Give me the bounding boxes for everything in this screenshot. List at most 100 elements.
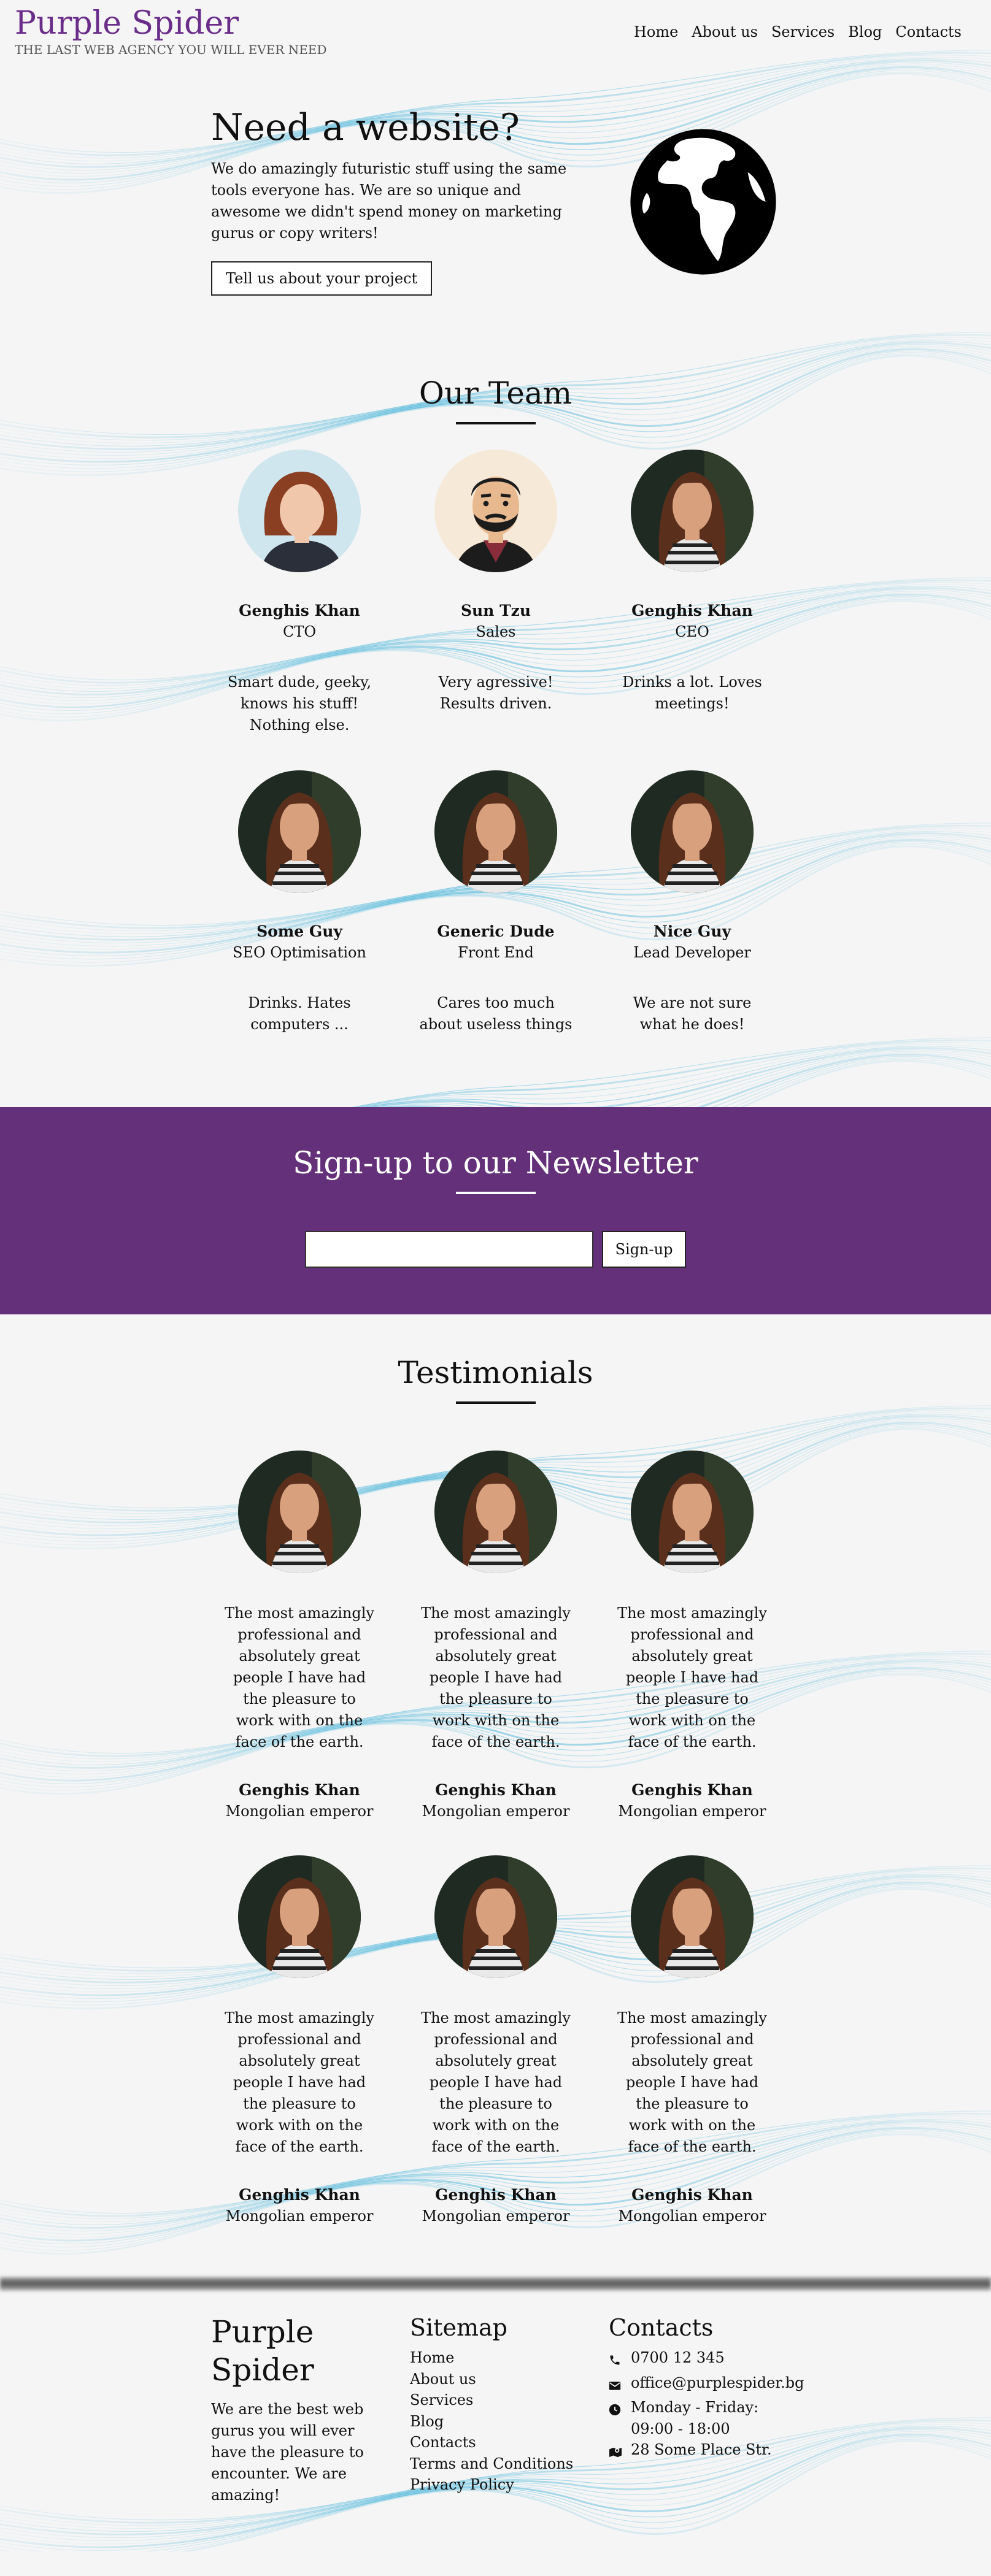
member-description: Drinks. Hates computers ... [248, 994, 351, 1033]
team-card: Genghis Khan CEO Drinks a lot. Loves mee… [594, 450, 790, 736]
contact-phone: 0700 12 345 [609, 2347, 805, 2372]
signup-button[interactable]: Sign-up [601, 1231, 687, 1268]
member-name: Genghis Khan [239, 602, 360, 619]
testimonial-role: Mongolian emperor [225, 1803, 374, 1820]
testimonials-title: Testimonials [398, 1355, 593, 1390]
hero-section: Need a website? We do amazingly futurist… [0, 74, 991, 331]
newsletter-email-input[interactable] [304, 1231, 593, 1268]
avatar [434, 450, 557, 572]
testimonial-role: Mongolian emperor [422, 2207, 570, 2225]
member-description: We are not sure what he does! [633, 994, 752, 1033]
member-role: SEO Optimisation [233, 944, 366, 961]
testimonial-card: The most amazingly professional and abso… [398, 1451, 594, 1822]
team-section: Our Team Genghis Khan CTO Smart dude, ge… [0, 331, 991, 1107]
team-card: Sun Tzu Sales Very agressive! Results dr… [398, 450, 594, 736]
testimonial-name: Genghis Khan [631, 1781, 753, 1799]
contact-address-text: 28 Some Place Str. [631, 2441, 772, 2458]
member-role: Sales [476, 623, 516, 640]
testimonial-role: Mongolian emperor [618, 2207, 766, 2225]
testimonial-card: The most amazingly professional and abso… [594, 1451, 790, 1822]
nav-services[interactable]: Services [771, 23, 835, 40]
testimonial-card: The most amazingly professional and abso… [398, 1855, 594, 2226]
sitemap-link-about-us[interactable]: About us [410, 2369, 594, 2390]
testimonial-quote: The most amazingly professional and abso… [225, 2009, 374, 2155]
contact-email: office@purplespider.bg [609, 2372, 805, 2398]
member-name: Generic Dude [437, 922, 555, 940]
map-icon [609, 2439, 631, 2464]
avatar [434, 1855, 557, 1978]
testimonial-card: The most amazingly professional and abso… [201, 1855, 398, 2226]
site-header: Purple Spider THE LAST WEB AGENCY YOU WI… [0, 0, 991, 74]
nav-blog[interactable]: Blog [848, 23, 882, 40]
nav-contacts[interactable]: Contacts [895, 23, 962, 40]
footer-contacts: Contacts 0700 12 345 office@purplespider… [609, 2313, 805, 2464]
member-name: Some Guy [256, 922, 342, 940]
testimonial-card: The most amazingly professional and abso… [594, 1855, 790, 2226]
avatar [631, 1451, 754, 1573]
sitemap-link-services[interactable]: Services [410, 2390, 594, 2411]
team-row: Some Guy SEO Optimisation Drinks. Hates … [201, 770, 790, 1035]
avatar [238, 1855, 361, 1978]
hero-description: We do amazingly futuristic stuff using t… [211, 160, 567, 242]
newsletter-section: Sign-up to our Newsletter Sign-up [0, 1107, 991, 1314]
member-name: Genghis Khan [631, 602, 753, 619]
testimonial-quote: The most amazingly professional and abso… [617, 2009, 767, 2155]
site-footer: Purple Spider We are the best web gurus … [0, 2291, 991, 2576]
member-name: Nice Guy [653, 922, 731, 940]
brand[interactable]: Purple Spider THE LAST WEB AGENCY YOU WI… [15, 4, 326, 56]
avatar [238, 770, 361, 893]
testimonial-row: The most amazingly professional and abso… [201, 1855, 790, 2226]
avatar [631, 450, 754, 572]
hero-text: Need a website? We do amazingly futurist… [211, 104, 579, 296]
globe-icon [630, 129, 776, 275]
member-role: CTO [282, 623, 317, 640]
member-role: Front End [458, 944, 534, 961]
team-card: Some Guy SEO Optimisation Drinks. Hates … [201, 770, 398, 1035]
member-name: Sun Tzu [460, 602, 531, 619]
contacts-title: Contacts [609, 2314, 714, 2341]
sitemap-link-blog[interactable]: Blog [410, 2411, 594, 2432]
contact-phone-text: 0700 12 345 [631, 2349, 725, 2366]
testimonial-row: The most amazingly professional and abso… [201, 1451, 790, 1822]
contact-email-text[interactable]: office@purplespider.bg [631, 2372, 804, 2398]
footer-about-text: We are the best web gurus you will ever … [211, 2401, 364, 2504]
testimonial-name: Genghis Khan [435, 1781, 557, 1799]
sitemap-link-terms[interactable]: Terms and Conditions [410, 2453, 594, 2475]
avatar [238, 450, 361, 572]
team-title: Our Team [418, 375, 573, 411]
member-description: Cares too much about useless things [419, 994, 573, 1033]
sitemap-link-home[interactable]: Home [410, 2347, 594, 2369]
contact-address: 28 Some Place Str. [609, 2439, 805, 2464]
testimonial-role: Mongolian emperor [225, 2207, 374, 2225]
hero-title: Need a website? [211, 106, 520, 149]
testimonial-role: Mongolian emperor [618, 1803, 766, 1820]
member-description: Very agressive! Results driven. [438, 673, 553, 712]
sitemap-title: Sitemap [410, 2314, 507, 2341]
testimonial-quote: The most amazingly professional and abso… [421, 1604, 571, 1750]
testimonial-name: Genghis Khan [239, 2186, 360, 2204]
nav-home[interactable]: Home [634, 23, 678, 40]
team-card: Nice Guy Lead Developer We are not sure … [594, 770, 790, 1035]
footer-brand: Purple Spider [211, 2314, 314, 2388]
sitemap-link-contacts[interactable]: Contacts [410, 2432, 594, 2453]
sitemap-link-privacy[interactable]: Privacy Policy [410, 2474, 594, 2496]
newsletter-form: Sign-up [0, 1231, 991, 1268]
testimonial-name: Genghis Khan [631, 2186, 753, 2204]
member-description: Drinks a lot. Loves meetings! [622, 673, 762, 712]
testimonial-quote: The most amazingly professional and abso… [225, 1604, 374, 1750]
testimonial-quote: The most amazingly professional and abso… [617, 1604, 767, 1750]
member-role: CEO [675, 623, 709, 640]
footer-sitemap: Sitemap Home About us Services Blog Cont… [410, 2313, 594, 2496]
testimonial-quote: The most amazingly professional and abso… [421, 2009, 571, 2155]
project-cta-button[interactable]: Tell us about your project [211, 261, 433, 296]
brand-name[interactable]: Purple Spider [15, 4, 326, 43]
team-card: Generic Dude Front End Cares too much ab… [398, 770, 594, 1035]
team-row: Genghis Khan CTO Smart dude, geeky, know… [201, 450, 790, 736]
nav-about-us[interactable]: About us [692, 23, 758, 40]
avatar [238, 1451, 361, 1573]
footer-divider [0, 2277, 991, 2291]
avatar [434, 770, 557, 893]
envelope-icon [609, 2372, 631, 2398]
contact-hours-text: Monday - Friday: 09:00 - 18:00 [631, 2399, 759, 2437]
main-nav: Home About us Services Blog Contacts [620, 23, 962, 40]
